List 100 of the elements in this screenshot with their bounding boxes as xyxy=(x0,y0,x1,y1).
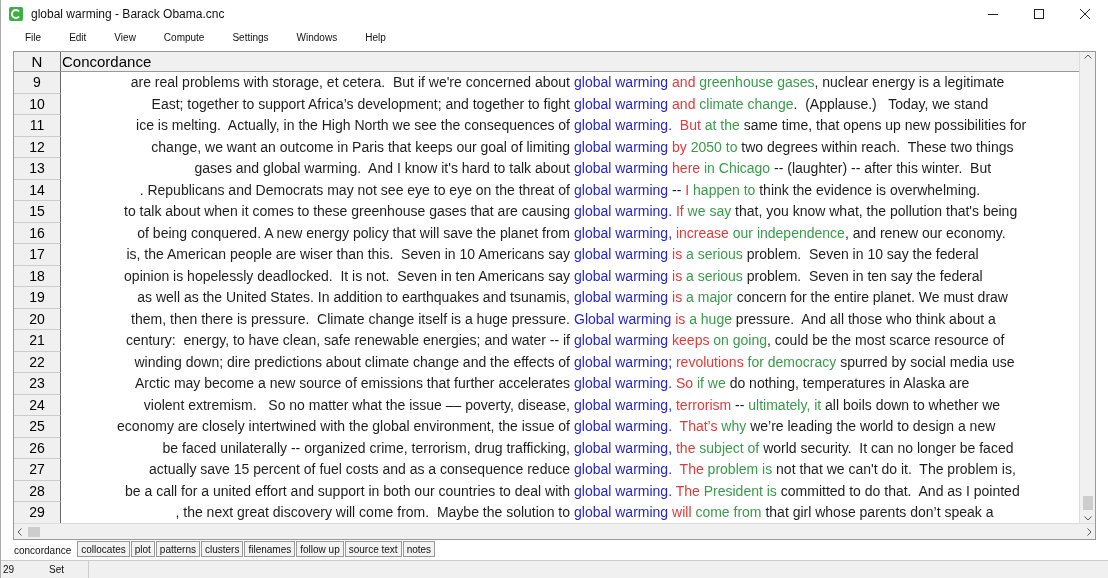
status-text: 29 xyxy=(2,563,16,577)
column-header[interactable]: N xyxy=(14,52,61,71)
menu-item[interactable]: View xyxy=(102,28,148,46)
context-text: if we xyxy=(695,374,726,394)
tab[interactable]: plot xyxy=(130,541,155,557)
search-term: global warming. xyxy=(574,460,673,480)
menu-item[interactable]: Windows xyxy=(284,28,350,46)
context-text: President is xyxy=(702,481,777,501)
left-context: Arctic may become a new source of emissions that further accelerates xyxy=(135,374,570,394)
context-text: committed to do that. And as I pointed xyxy=(779,481,1020,501)
left-context: ice is melting. Actually, in the High North we see the consequences of xyxy=(136,116,570,136)
tab[interactable]: notes xyxy=(402,541,436,557)
search-term: global warming xyxy=(574,159,669,179)
window-title: global warming - Barack Obama.cnc xyxy=(31,6,225,23)
context-text: , and renew our economy. xyxy=(844,223,1006,243)
context-text: is xyxy=(674,309,686,329)
status-text: Set xyxy=(49,561,89,578)
column-header[interactable]: Concordance xyxy=(61,52,1079,71)
context-text: So xyxy=(674,374,694,394)
left-context: . Republicans and Democrats may not see eye to eye on the threat of xyxy=(139,180,570,200)
tab[interactable]: patterns xyxy=(155,541,200,557)
context-text: greenhouse gases xyxy=(698,73,815,93)
row-number: 13 xyxy=(14,158,61,180)
context-text: , could be the most scarce resource of xyxy=(767,331,1005,351)
menu-item[interactable]: File xyxy=(13,28,54,46)
scroll-up-icon[interactable] xyxy=(1083,54,1092,59)
row-number: 26 xyxy=(14,437,61,459)
row-number: 25 xyxy=(14,416,61,438)
context-text: we’re leading the world to design a new xyxy=(749,417,996,437)
app-icon xyxy=(9,7,23,21)
row-number: 16 xyxy=(14,222,61,244)
maximize-icon xyxy=(1034,9,1044,19)
context-text: revolutions xyxy=(674,352,744,372)
menu-item[interactable]: Compute xyxy=(151,28,217,46)
context-text: subject of xyxy=(698,438,760,458)
search-term: global warming. xyxy=(574,116,673,136)
row-number: 15 xyxy=(14,201,61,223)
context-text: on going xyxy=(712,331,768,351)
left-context: of being conquered. A new energy policy that will save the planet from xyxy=(137,223,570,243)
context-text: come from xyxy=(694,503,762,523)
context-text: we say xyxy=(686,202,732,222)
left-context: actually save 15 percent of fuel costs and as a consequence reduce xyxy=(148,460,570,480)
context-text: is xyxy=(671,266,683,286)
context-text: all boils down to whether we xyxy=(824,395,1001,415)
search-term: global warming xyxy=(574,288,669,308)
context-text: here xyxy=(671,159,701,179)
context-text: the xyxy=(674,438,696,458)
search-term: global warming xyxy=(574,94,669,114)
horizontal-scrollbar[interactable] xyxy=(14,523,1095,539)
search-term: global warming xyxy=(574,137,669,157)
row-number: 29 xyxy=(14,502,61,524)
left-context: century: energy, to have clean, safe renewable energies; and water -- if xyxy=(125,331,570,351)
left-context: be faced unilaterally -- organized crime, terrorism, drug trafficking, xyxy=(162,438,570,458)
context-text: pressure. And all those who think about a xyxy=(734,309,996,329)
row-number: 19 xyxy=(14,287,61,309)
vertical-scrollbar[interactable] xyxy=(1079,52,1095,523)
context-text: increase xyxy=(674,223,729,243)
scroll-left-icon[interactable] xyxy=(17,527,22,536)
search-term: global warming, xyxy=(574,438,673,458)
context-text: for democracy xyxy=(746,352,837,372)
context-text: 2050 to xyxy=(689,137,738,157)
left-context: be a call for a united effort and support in both our countries to deal with xyxy=(125,481,570,501)
search-term: global warming xyxy=(574,503,669,523)
minimize-icon xyxy=(988,13,998,15)
left-context: winding down; dire predictions about climate change and the effects of xyxy=(134,352,570,372)
context-text: -- (laughter) -- after this winter. But xyxy=(773,159,992,179)
row-number: 10 xyxy=(14,93,61,115)
tab[interactable]: follow up xyxy=(296,541,344,557)
context-text: that girl whose parents don’t speak a xyxy=(764,503,994,523)
context-text: If xyxy=(674,202,684,222)
left-context: , the next great discovery will come from. Maybe the solution to xyxy=(175,503,570,523)
menu-item[interactable]: Help xyxy=(353,28,398,46)
context-text: happen to xyxy=(692,180,756,200)
left-context: East; together to support Africa’s development; and together to fight xyxy=(151,94,570,114)
row-number: 22 xyxy=(14,351,61,373)
left-context: them, then there is pressure. Climate change itself is a huge pressure. xyxy=(131,309,570,329)
scroll-thumb[interactable] xyxy=(1082,496,1093,510)
context-text: terrorism xyxy=(674,395,732,415)
row-number: 11 xyxy=(14,115,61,137)
search-term: global warming xyxy=(574,73,669,93)
context-text: in Chicago xyxy=(702,159,771,179)
context-text: and xyxy=(671,94,696,114)
scroll-thumb[interactable] xyxy=(28,526,40,537)
row-number: 12 xyxy=(14,136,61,158)
context-text: a huge xyxy=(688,309,732,329)
scroll-right-icon[interactable] xyxy=(1087,527,1092,536)
menu-item[interactable]: Edit xyxy=(57,28,99,46)
context-text: The xyxy=(674,481,700,501)
tab[interactable]: collocates xyxy=(77,541,130,557)
search-term: global warming, xyxy=(574,395,673,415)
context-text: why xyxy=(720,417,747,437)
tab[interactable]: filenames xyxy=(244,541,296,557)
row-number: 21 xyxy=(14,330,61,352)
close-icon xyxy=(1080,9,1090,19)
tab[interactable]: clusters xyxy=(201,541,244,557)
context-text: I xyxy=(684,180,690,200)
tab[interactable]: source text xyxy=(344,541,402,557)
menu-item[interactable]: Settings xyxy=(220,28,281,46)
search-term: global warming. xyxy=(574,374,673,394)
scroll-down-icon[interactable] xyxy=(1083,516,1092,521)
